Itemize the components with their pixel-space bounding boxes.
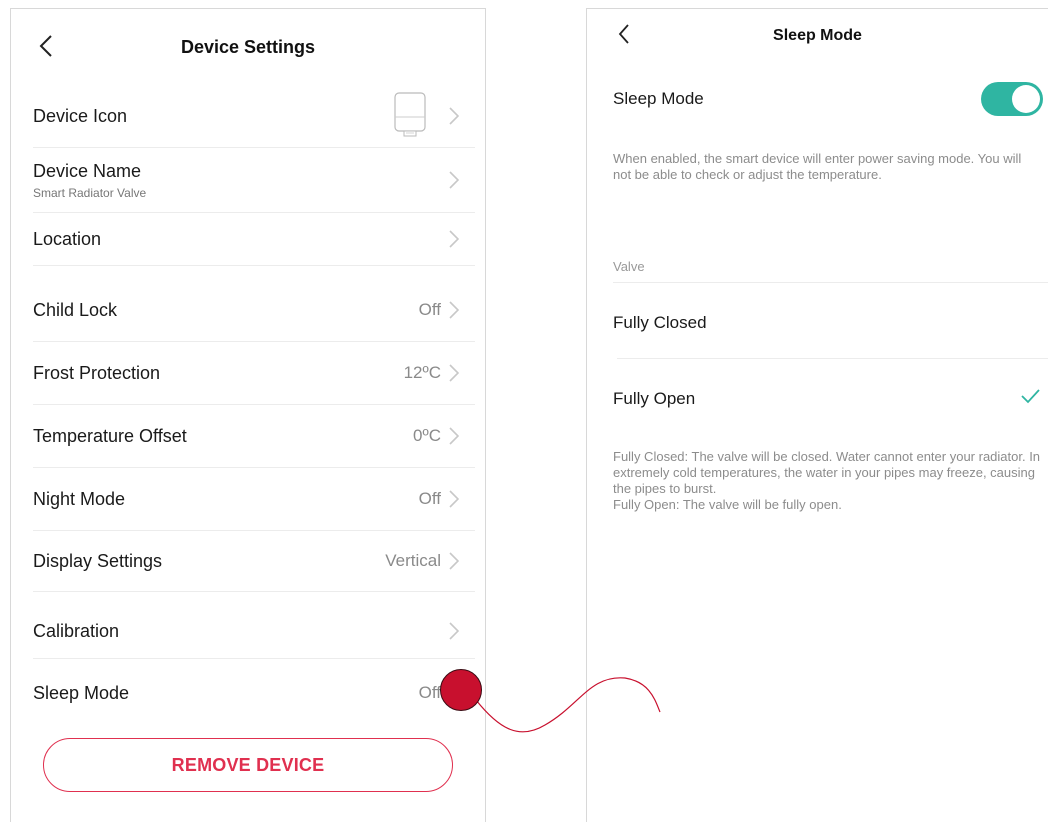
row-calibration[interactable]: Calibration	[33, 604, 475, 659]
row-value: Off	[418, 300, 441, 319]
sleep-mode-label: Sleep Mode	[613, 89, 704, 108]
valve-section-label: Valve	[613, 259, 645, 274]
row-label: Child Lock	[33, 299, 118, 320]
divider	[613, 282, 1048, 283]
device-name-label: Device Name	[33, 160, 142, 181]
row-display-settings[interactable]: Display Settings Vertical	[33, 531, 475, 592]
chevron-right-icon	[449, 301, 461, 319]
chevron-right-icon	[449, 230, 461, 248]
callout-marker	[440, 669, 482, 711]
chevron-left-icon	[618, 23, 630, 45]
page-title: Sleep Mode	[773, 27, 862, 44]
option-fully-open[interactable]: Fully Open	[613, 389, 695, 409]
row-label: Temperature Offset	[33, 425, 187, 446]
back-button[interactable]	[613, 19, 635, 49]
chevron-right-icon	[449, 171, 461, 189]
row-label: Location	[33, 228, 102, 249]
row-label: Sleep Mode	[33, 682, 130, 703]
chevron-right-icon	[449, 107, 461, 125]
sleep-mode-description: When enabled, the smart device will ente…	[613, 151, 1022, 182]
chevron-right-icon	[449, 364, 461, 382]
back-button[interactable]	[35, 31, 57, 61]
toggle-knob	[1012, 85, 1040, 113]
chevron-right-icon	[449, 427, 461, 445]
row-value: Vertical	[385, 551, 441, 570]
checkmark-icon	[1019, 387, 1041, 405]
divider	[617, 358, 1048, 359]
radiator-valve-icon	[393, 91, 427, 141]
row-label: Frost Protection	[33, 362, 161, 383]
sleep-mode-screen: Sleep Mode Sleep Mode When enabled, the …	[586, 8, 1048, 822]
row-night-mode[interactable]: Night Mode Off	[33, 468, 475, 531]
row-child-lock[interactable]: Child Lock Off	[33, 279, 475, 342]
chevron-right-icon	[449, 490, 461, 508]
row-device-icon[interactable]: Device Icon	[33, 85, 475, 148]
device-settings-screen: Device Settings Device Icon Device Name S…	[10, 8, 486, 822]
chevron-left-icon	[39, 34, 53, 58]
row-location[interactable]: Location	[33, 213, 475, 266]
sleep-mode-toggle[interactable]	[981, 82, 1043, 116]
valve-note: Fully Closed: The valve will be closed. …	[613, 449, 1048, 513]
note-fully-closed: Fully Closed: The valve will be closed. …	[613, 449, 1041, 496]
row-frost-protection[interactable]: Frost Protection 12ºC	[33, 342, 475, 405]
row-label: Device Name Smart Radiator Valve	[33, 161, 449, 200]
row-sleep-mode[interactable]: Sleep Mode Off	[33, 665, 475, 721]
row-label: Night Mode	[33, 488, 126, 509]
row-label: Display Settings	[33, 550, 163, 571]
chevron-right-icon	[449, 552, 461, 570]
page-title: Device Settings	[180, 37, 316, 57]
row-value: 0ºC	[413, 426, 441, 445]
remove-device-button[interactable]: REMOVE DEVICE	[43, 738, 453, 792]
row-value: 12ºC	[403, 363, 441, 382]
device-name-value: Smart Radiator Valve	[33, 185, 147, 200]
row-temperature-offset[interactable]: Temperature Offset 0ºC	[33, 405, 475, 468]
note-fully-open: Fully Open: The valve will be fully open…	[613, 497, 842, 512]
row-value: Off	[418, 489, 441, 508]
option-fully-closed[interactable]: Fully Closed	[613, 313, 707, 333]
row-value: Off	[418, 683, 441, 702]
chevron-right-icon	[449, 622, 461, 640]
row-label: Calibration	[33, 620, 120, 641]
row-label: Device Icon	[33, 105, 128, 126]
row-device-name[interactable]: Device Name Smart Radiator Valve	[33, 148, 475, 213]
